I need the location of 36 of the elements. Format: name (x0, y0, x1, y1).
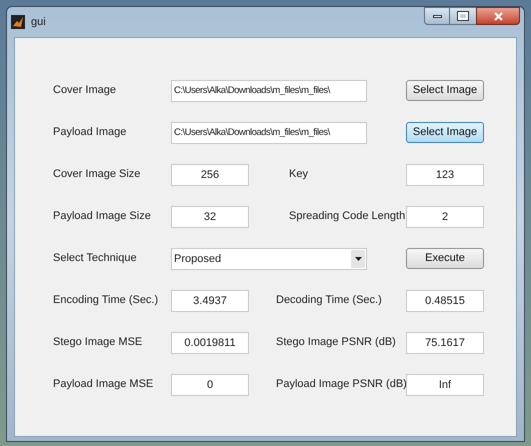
text-field[interactable]: Inf (406, 374, 484, 396)
field-label: Payload Image Size (53, 210, 151, 222)
window-title: gui (31, 14, 46, 30)
field-label: Payload Image PSNR (dB) (276, 378, 407, 390)
path-field[interactable]: C:\Users\Alka\Downloads\m_files\m_files\ (171, 122, 367, 144)
field-label: Cover Image Size (53, 168, 140, 180)
text-field[interactable]: 0.0019811 (171, 332, 249, 354)
field-label: Spreading Code Length (289, 210, 406, 222)
technique-dropdown[interactable]: Proposed (171, 248, 367, 270)
field-label: Stego Image MSE (53, 336, 142, 348)
select-image-button[interactable]: Select Image (406, 80, 484, 101)
path-field[interactable]: C:\Users\Alka\Downloads\m_files\m_files\ (171, 80, 367, 102)
dropdown-value: Proposed (174, 252, 222, 267)
minimize-button[interactable] (424, 7, 450, 25)
close-button[interactable] (476, 7, 520, 25)
text-field[interactable]: 0.48515 (406, 290, 484, 312)
app-logo-icon (11, 15, 25, 29)
field-label: Encoding Time (Sec.) (53, 294, 158, 306)
execute-button[interactable]: Execute (406, 248, 484, 269)
text-field[interactable]: 123 (406, 164, 484, 186)
field-label: Stego Image PSNR (dB) (276, 336, 396, 348)
field-label: Key (289, 168, 308, 180)
text-field[interactable]: 256 (171, 164, 249, 186)
text-field[interactable]: 0 (171, 374, 249, 396)
field-label: Select Technique (53, 252, 137, 264)
field-label: Cover Image (53, 84, 116, 96)
field-label: Payload Image (53, 126, 126, 138)
text-field[interactable]: 75.1617 (406, 332, 484, 354)
field-label: Decoding Time (Sec.) (276, 294, 382, 306)
maximize-button[interactable] (450, 7, 476, 25)
select-image-button[interactable]: Select Image (406, 122, 484, 143)
field-label: Payload Image MSE (53, 378, 154, 390)
text-field[interactable]: 3.4937 (171, 290, 249, 312)
close-icon (494, 12, 502, 20)
text-field[interactable]: 32 (171, 206, 249, 228)
text-field[interactable]: 2 (406, 206, 484, 228)
